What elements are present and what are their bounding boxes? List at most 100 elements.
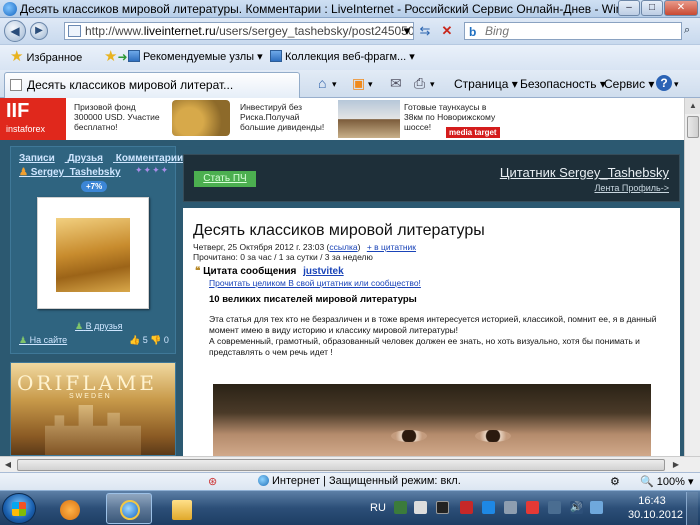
search-input[interactable]: b Bing	[464, 22, 682, 40]
search-placeholder: Bing	[485, 24, 510, 38]
scroll-up-icon[interactable]: ▲	[685, 98, 700, 114]
scroll-left-icon[interactable]: ◀	[0, 457, 16, 473]
ad-text-2[interactable]: Инвестируй без Риска.Получай большие див…	[240, 102, 332, 132]
tray-shield-icon[interactable]	[590, 501, 603, 514]
star-icon: ★	[10, 48, 24, 65]
tray-battery-icon[interactable]	[436, 501, 449, 514]
sidebar-link-friends[interactable]: Друзья	[68, 153, 103, 164]
tray-flag-icon[interactable]	[504, 501, 517, 514]
maximize-button[interactable]: □	[641, 0, 663, 16]
post-body: Эта статья для тех кто не безразличен и …	[209, 314, 669, 358]
minimize-button[interactable]: –	[618, 0, 640, 16]
tray-network-icon[interactable]	[548, 501, 561, 514]
horizontal-scrollbar[interactable]: ◀ ▶	[0, 456, 700, 472]
rss-dropdown-icon[interactable]: ▾	[368, 79, 373, 90]
sidebar-link-comments[interactable]: Комментарии	[116, 153, 183, 164]
forward-button[interactable]: ▶	[30, 22, 48, 40]
instaforex-logo[interactable]: IIF instaforex	[0, 98, 66, 140]
quote-links[interactable]: Прочитать целиком В свой цитатник или со…	[209, 278, 421, 288]
stop-icon[interactable]: ✕	[438, 22, 456, 40]
clock[interactable]: 16:43 30.10.2012	[628, 494, 683, 522]
online-link[interactable]: ♟ На сайте	[19, 335, 67, 346]
post-heading: 10 великих писателей мировой литературы	[209, 294, 417, 305]
post-meta: Четверг, 25 Октября 2012 г. 23:03 (ссылк…	[193, 242, 417, 252]
page-viewport: IIF instaforex Призовой фонд 300000 USD.…	[0, 98, 684, 456]
clock-time: 16:43	[638, 495, 666, 507]
back-button[interactable]: ◀	[4, 20, 26, 42]
media-target-badge[interactable]: media target	[446, 127, 500, 138]
taskbar-media-player[interactable]	[46, 493, 92, 524]
url-prefix: http://www.	[85, 24, 144, 38]
home-dropdown-icon[interactable]: ▾	[332, 79, 337, 90]
status-bar: ⊛ Интернет | Защищенный режим: вкл. ⚙ 🔍 …	[0, 472, 700, 490]
feed-profile-links[interactable]: Лента Профиль->	[594, 183, 669, 193]
tray-antivirus-icon[interactable]	[526, 501, 539, 514]
address-bar[interactable]: http://www.liveinternet.ru/users/sergey_…	[64, 22, 414, 40]
tray-opera-icon[interactable]	[460, 501, 473, 514]
help-icon[interactable]: ?	[656, 75, 672, 91]
taskbar-internet-explorer[interactable]	[106, 493, 152, 524]
sidebar-link-posts[interactable]: Записи	[19, 153, 55, 164]
zoom-icon: 🔍	[640, 476, 654, 488]
become-reader-button[interactable]: Стать ПЧ	[194, 171, 256, 187]
page-menu[interactable]: Страница ▾	[454, 77, 518, 91]
mail-icon[interactable]: ✉	[390, 75, 402, 92]
title-bar: Десять классиков мировой литературы. Ком…	[0, 0, 700, 18]
search-icon[interactable]: ⌕	[684, 24, 690, 37]
tray-volume-icon[interactable]: 🔊	[570, 501, 583, 514]
vertical-scrollbar[interactable]: ▲	[684, 98, 700, 456]
refresh-icon[interactable]: ⇆	[416, 22, 434, 40]
oriflame-banner[interactable]: ORIFLAME SWEDEN	[10, 362, 176, 456]
quote-author-link[interactable]: justvitek	[303, 266, 344, 277]
address-dropdown-icon[interactable]: ▾	[398, 22, 416, 40]
folder-icon	[172, 500, 192, 520]
taskbar-explorer[interactable]	[158, 493, 204, 524]
show-desktop-button[interactable]	[686, 492, 698, 525]
tab-current[interactable]: Десять классиков мировой литерат...	[4, 72, 300, 98]
ad-text-1[interactable]: Призовой фонд 300000 USD. Участие беспла…	[74, 102, 164, 132]
add-favorites-icon[interactable]: ★➜	[104, 49, 128, 66]
horizontal-scroll-thumb[interactable]	[17, 459, 665, 471]
ad-strip: IIF instaforex Призовой фонд 300000 USD.…	[0, 98, 684, 140]
tray-keyboard-icon[interactable]	[394, 501, 407, 514]
vertical-scroll-thumb[interactable]	[687, 116, 699, 138]
townhouse-ad-image[interactable]	[338, 100, 400, 138]
scroll-right-icon[interactable]: ▶	[668, 457, 684, 473]
security-zone[interactable]: Интернет | Защищенный режим: вкл.	[258, 475, 461, 487]
tray-dictionary-icon[interactable]	[482, 501, 495, 514]
print-dropdown-icon[interactable]: ▾	[430, 79, 435, 90]
language-indicator[interactable]: RU	[370, 502, 386, 514]
security-menu[interactable]: Безопасность ▾	[520, 77, 606, 91]
online-icon: ♟	[19, 335, 28, 345]
url-domain: liveinternet.ru	[143, 24, 216, 38]
rss-icon[interactable]: ▣	[352, 75, 365, 92]
add-to-quotes-link[interactable]: + в цитатник	[367, 242, 416, 252]
zoom-page-icon[interactable]: ⚙	[610, 475, 620, 488]
like-counters[interactable]: 👍 5 👎 0	[129, 335, 169, 346]
command-bar: Десять классиков мировой литерат... ⌂ ▾ …	[0, 70, 700, 98]
oriflame-subtitle: SWEDEN	[69, 393, 112, 400]
zoom-level[interactable]: 🔍 100% ▾	[640, 475, 693, 488]
coins-ad-image[interactable]	[172, 100, 230, 136]
print-icon[interactable]: ⎙	[414, 75, 425, 92]
home-icon[interactable]: ⌂	[318, 75, 326, 91]
suggested-sites-button[interactable]: Рекомендуемые узлы ▾	[128, 49, 263, 65]
sidebar-username[interactable]: ♟ Sergey_Tashebsky	[19, 167, 121, 178]
start-button[interactable]	[2, 493, 36, 524]
favorites-button[interactable]: ★ Избранное	[10, 49, 82, 66]
tray-clipboard-icon[interactable]	[414, 501, 427, 514]
post-link[interactable]: ссылка	[329, 242, 357, 252]
user-sidebar: Записи Друзья Комментарии ♟ Sergey_Tashe…	[10, 146, 183, 354]
blog-title-link[interactable]: Цитатник Sergey_Tashebsky	[500, 165, 669, 180]
internet-explorer-icon	[3, 2, 17, 16]
web-slice-gallery-button[interactable]: Коллекция веб-фрагм... ▾	[270, 49, 415, 65]
tools-menu[interactable]: Сервис ▾	[604, 77, 654, 91]
avatar[interactable]	[37, 197, 149, 309]
add-friend-link[interactable]: ♟ В друзья	[75, 321, 122, 332]
url-path: /users/sergey_tashebsky/post245050981/	[215, 24, 414, 38]
close-button[interactable]: ✕	[664, 0, 698, 16]
window-title: Десять классиков мировой литературы. Ком…	[20, 2, 630, 16]
help-dropdown-icon[interactable]: ▾	[674, 79, 679, 90]
ie-taskbar-icon	[120, 500, 140, 520]
avatar-wheat-image	[56, 218, 130, 292]
